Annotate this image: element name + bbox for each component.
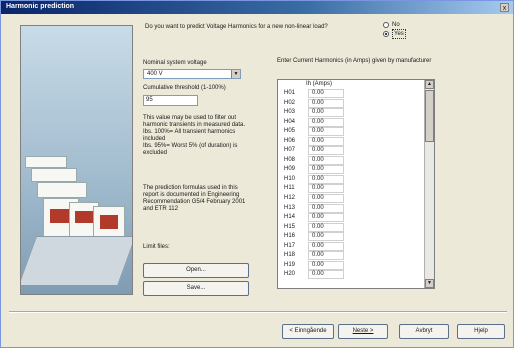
harmonic-current-cell[interactable]: 0.00 (308, 222, 344, 232)
threshold-info-text: This value may be used to filter out har… (143, 115, 246, 156)
harmonic-current-cell[interactable]: 0.00 (308, 98, 344, 108)
footer-divider (9, 311, 507, 313)
table-row: H09 0.00 (280, 165, 420, 175)
harmonics-grid[interactable]: Ih (Amps) H01 0.00 H02 0.00 H03 0.00 H04 0.00 H0… (277, 79, 435, 289)
title-bar[interactable]: Harmonic prediction x (1, 1, 513, 14)
harmonic-order-label: H10 (284, 175, 296, 182)
harmonic-order-label: H06 (284, 137, 296, 144)
table-row: H04 0.00 (280, 117, 420, 128)
harmonic-order-label: H03 (284, 109, 296, 116)
radio-yes-circle[interactable] (383, 31, 389, 37)
threshold-label: Cumulative threshold (1-100%) (143, 85, 226, 91)
open-button[interactable]: Open... (143, 263, 249, 278)
predict-question: Do you want to predict Voltage Harmonics… (145, 24, 328, 30)
radio-no-circle[interactable] (383, 22, 389, 28)
harmonic-order-label: H19 (284, 261, 296, 268)
table-row: H03 0.00 (280, 108, 420, 118)
harmonic-current-cell[interactable]: 0.00 (308, 251, 344, 261)
harmonic-order-label: H14 (284, 214, 296, 221)
harmonics-rows: H01 0.00 H02 0.00 H03 0.00 H04 0.00 H05 0.00 H06 0.… (280, 89, 420, 280)
harmonic-current-cell[interactable]: 0.00 (308, 174, 344, 184)
table-row: H13 0.00 (280, 203, 420, 214)
threshold-input[interactable]: 95 (143, 95, 198, 106)
harmonic-order-label: H17 (284, 242, 296, 249)
scrollbar-thumb[interactable] (425, 90, 434, 142)
arrow-up-icon[interactable]: ▲ (425, 80, 434, 89)
next-button[interactable]: Neste > (338, 324, 388, 339)
harmonic-current-cell[interactable]: 0.00 (308, 232, 344, 242)
chevron-down-icon[interactable]: ▼ (231, 70, 240, 78)
table-row: H16 0.00 (280, 232, 420, 242)
table-row: H10 0.00 (280, 174, 420, 185)
harmonic-order-label: H07 (284, 147, 296, 154)
help-button[interactable]: Hjelp (457, 324, 505, 339)
harmonic-current-cell[interactable]: 0.00 (308, 260, 344, 270)
harmonic-current-cell[interactable]: 0.00 (308, 146, 344, 156)
harmonic-current-cell[interactable]: 0.00 (308, 203, 344, 213)
table-row: H08 0.00 (280, 155, 420, 166)
harmonic-order-label: H18 (284, 252, 296, 259)
nominal-voltage-value: 400 V (147, 71, 163, 77)
table-row: H11 0.00 (280, 184, 420, 194)
table-row: H14 0.00 (280, 213, 420, 223)
table-row: H01 0.00 (280, 89, 420, 99)
harmonic-order-label: H09 (284, 166, 296, 173)
wizard-illustration (20, 25, 133, 295)
close-button[interactable]: x (500, 3, 509, 12)
harmonic-current-cell[interactable]: 0.00 (308, 108, 344, 118)
harmonic-current-cell[interactable]: 0.00 (308, 184, 344, 194)
arrow-down-icon[interactable]: ▼ (425, 279, 434, 288)
radio-yes[interactable]: Yes (383, 29, 413, 39)
harmonic-current-cell[interactable]: 0.00 (308, 117, 344, 127)
report-sheet-image (37, 182, 87, 198)
table-row: H07 0.00 (280, 146, 420, 156)
harmonic-order-label: H04 (284, 118, 296, 125)
harmonic-current-cell[interactable]: 0.00 (308, 155, 344, 165)
report-sheet-image (31, 168, 77, 182)
harmonic-order-label: H01 (284, 90, 296, 96)
harmonic-order-label: H13 (284, 204, 296, 211)
harmonic-current-cell[interactable]: 0.00 (308, 136, 344, 146)
grid-scrollbar[interactable]: ▲ ▼ (424, 80, 434, 288)
harmonic-prediction-dialog: Harmonic prediction x Do you want to pre… (0, 0, 514, 348)
limit-files-label: Limit files: (143, 244, 170, 250)
table-row: H15 0.00 (280, 222, 420, 233)
table-row: H20 0.00 (280, 270, 420, 280)
nominal-voltage-select[interactable]: 400 V ▼ (143, 69, 241, 79)
formula-info-text: The prediction formulas used in this rep… (143, 185, 246, 212)
radio-yes-label[interactable]: Yes (392, 29, 406, 39)
harmonic-current-cell[interactable]: 0.00 (308, 270, 344, 280)
table-row: H12 0.00 (280, 194, 420, 204)
save-button[interactable]: Save... (143, 281, 249, 296)
harmonic-order-label: H15 (284, 223, 296, 230)
radio-no-label[interactable]: No (392, 21, 400, 29)
keyboard-image (21, 236, 132, 286)
table-row: H06 0.00 (280, 136, 420, 147)
harmonic-order-label: H08 (284, 156, 296, 163)
column-header-ih: Ih (Amps) (306, 81, 333, 87)
cancel-button[interactable]: Avbryt (399, 324, 449, 339)
harmonic-current-cell[interactable]: 0.00 (308, 213, 344, 223)
table-row: H02 0.00 (280, 98, 420, 109)
harmonic-order-label: H20 (284, 271, 296, 278)
harmonic-order-label: H16 (284, 233, 296, 240)
harmonic-current-cell[interactable]: 0.00 (308, 127, 344, 137)
harmonic-order-label: H05 (284, 128, 296, 135)
harmonic-current-cell[interactable]: 0.00 (308, 89, 344, 98)
table-row: H05 0.00 (280, 127, 420, 137)
table-row: H19 0.00 (280, 260, 420, 271)
harmonic-order-label: H12 (284, 195, 296, 202)
window-title: Harmonic prediction (6, 3, 75, 10)
report-sheet-image (25, 156, 67, 168)
harmonic-order-label: H11 (284, 185, 295, 192)
harmonic-current-cell[interactable]: 0.00 (308, 241, 344, 251)
table-row: H17 0.00 (280, 241, 420, 252)
table-row: H18 0.00 (280, 251, 420, 261)
harmonics-heading: Enter Current Harmonics (in Amps) given … (277, 58, 432, 64)
nominal-voltage-label: Nominal system voltage (143, 60, 207, 66)
harmonic-current-cell[interactable]: 0.00 (308, 194, 344, 204)
harmonic-order-label: H02 (284, 99, 296, 106)
harmonic-current-cell[interactable]: 0.00 (308, 165, 344, 175)
back-button[interactable]: < Einngående (282, 324, 334, 339)
